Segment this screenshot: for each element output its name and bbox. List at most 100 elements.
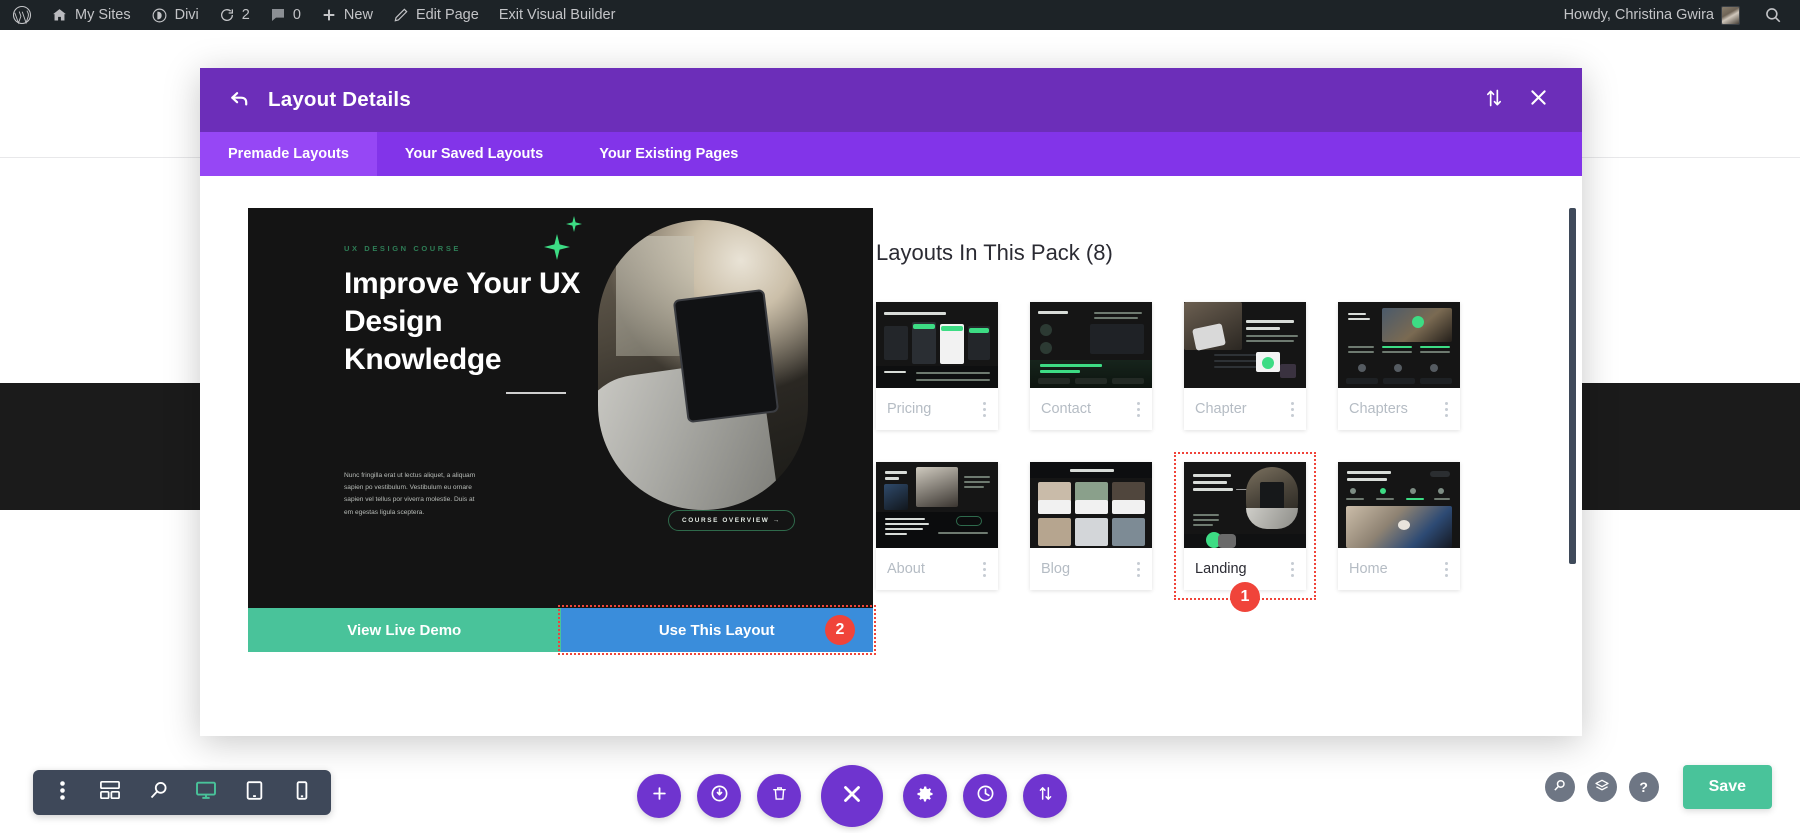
pack-card-chapter[interactable]: Chapter bbox=[1184, 302, 1306, 430]
add-section-icon bbox=[651, 785, 668, 807]
pack-card-about[interactable]: About bbox=[876, 462, 998, 590]
pack-card-footer: Home bbox=[1338, 548, 1460, 590]
three-dots-vertical-icon[interactable] bbox=[1442, 398, 1451, 421]
pack-card-footer: About bbox=[876, 548, 998, 590]
tab-your-saved-layouts[interactable]: Your Saved Layouts bbox=[377, 132, 571, 176]
modal-header: Layout Details bbox=[200, 68, 1582, 132]
phone-view-button[interactable] bbox=[279, 770, 325, 815]
exit-visual-builder-label: Exit Visual Builder bbox=[498, 7, 616, 23]
back-button[interactable] bbox=[222, 83, 256, 117]
close-modal-button[interactable] bbox=[1516, 68, 1560, 132]
close-builder-button[interactable] bbox=[821, 765, 883, 827]
account-menu[interactable]: Howdy, Christina Gwira bbox=[1554, 0, 1750, 30]
use-this-layout-wrapper: Use This Layout 2 bbox=[557, 605, 876, 655]
modal-tabs: Premade Layouts Your Saved Layouts Your … bbox=[200, 132, 1582, 176]
preview-heading: Improve Your UX Design Knowledge bbox=[344, 267, 581, 376]
my-sites-menu[interactable]: My Sites bbox=[41, 0, 141, 30]
pack-card-chapters[interactable]: Chapters bbox=[1338, 302, 1460, 430]
save-button[interactable]: Save bbox=[1682, 765, 1772, 809]
about-thumbnail bbox=[876, 462, 998, 548]
three-dots-vertical-icon[interactable] bbox=[1134, 398, 1143, 421]
tab-your-existing-pages-label: Your Existing Pages bbox=[599, 146, 739, 162]
edit-page-menu[interactable]: Edit Page bbox=[383, 0, 489, 30]
three-dots-vertical-icon[interactable] bbox=[1288, 398, 1297, 421]
add-section-button[interactable] bbox=[637, 774, 681, 818]
layers-button[interactable] bbox=[1586, 772, 1617, 802]
my-sites-icon bbox=[51, 7, 68, 24]
pack-card-label: Landing bbox=[1195, 561, 1247, 577]
preview-text-block: UX DESIGN COURSE Improve Your UX Design … bbox=[344, 244, 582, 395]
layout-preview-image: UX DESIGN COURSE Improve Your UX Design … bbox=[248, 208, 873, 608]
sort-button[interactable] bbox=[1472, 68, 1516, 132]
phone-view-icon bbox=[295, 780, 309, 806]
history-button[interactable] bbox=[963, 774, 1007, 818]
pack-card-label: Home bbox=[1349, 561, 1388, 577]
three-dots-vertical-icon[interactable] bbox=[1442, 558, 1451, 581]
tab-premade-layouts[interactable]: Premade Layouts bbox=[200, 132, 377, 176]
help-icon: ? bbox=[1639, 779, 1648, 795]
home-thumbnail bbox=[1338, 462, 1460, 548]
pricing-thumbnail bbox=[876, 302, 998, 388]
tablet-view-button[interactable] bbox=[231, 770, 277, 815]
wireframe-view-button[interactable] bbox=[87, 770, 133, 815]
blog-thumbnail bbox=[1030, 462, 1152, 548]
comments-count: 0 bbox=[292, 7, 301, 23]
preview-cta-button: COURSE OVERVIEW → bbox=[668, 510, 795, 531]
pack-card-label: About bbox=[887, 561, 925, 577]
exit-visual-builder-button[interactable]: Exit Visual Builder bbox=[489, 0, 626, 30]
plus-icon bbox=[321, 7, 337, 23]
comments-menu[interactable]: 0 bbox=[260, 0, 311, 30]
trash-button[interactable] bbox=[757, 774, 801, 818]
pack-card-landing[interactable]: Landing 1 bbox=[1174, 452, 1316, 612]
tab-your-existing-pages[interactable]: Your Existing Pages bbox=[571, 132, 766, 176]
sparkle-small-icon bbox=[566, 216, 582, 232]
back-arrow-icon bbox=[228, 86, 251, 114]
preview-body-text: Nunc fringilla erat ut lectus aliquet, a… bbox=[344, 472, 476, 516]
three-dots-vertical-icon[interactable] bbox=[980, 398, 989, 421]
preview-rule bbox=[506, 392, 566, 395]
pack-card-pricing[interactable]: Pricing bbox=[876, 302, 998, 430]
portability-button[interactable] bbox=[1023, 774, 1067, 818]
help-button[interactable]: ? bbox=[1628, 772, 1659, 802]
wp-admin-bar: My Sites Divi 2 0 New Edit Page Exit Vis… bbox=[0, 0, 1800, 30]
pack-scrollbar-thumb[interactable] bbox=[1569, 208, 1576, 564]
pack-card-footer: Blog bbox=[1030, 548, 1152, 590]
portability-updown-icon bbox=[1037, 785, 1054, 807]
view-live-demo-button[interactable]: View Live Demo bbox=[248, 608, 561, 652]
desktop-view-button[interactable] bbox=[183, 770, 229, 815]
tab-your-saved-layouts-label: Your Saved Layouts bbox=[404, 146, 544, 162]
wireframe-view-icon bbox=[99, 780, 121, 805]
load-layout-button[interactable] bbox=[697, 774, 741, 818]
howdy-label: Howdy, Christina Gwira bbox=[1563, 7, 1714, 23]
pack-scrollbar[interactable] bbox=[1569, 208, 1576, 564]
updates-menu[interactable]: 2 bbox=[209, 0, 260, 30]
pack-card-blog[interactable]: Blog bbox=[1030, 462, 1152, 590]
zoom-view-button[interactable] bbox=[135, 770, 181, 815]
adminbar-search-button[interactable] bbox=[1750, 0, 1800, 30]
settings-button[interactable] bbox=[903, 774, 947, 818]
divi-icon bbox=[151, 7, 168, 24]
close-icon bbox=[1528, 87, 1549, 113]
wordpress-logo-button[interactable] bbox=[0, 0, 41, 30]
load-layout-icon bbox=[710, 784, 729, 808]
preview-eyebrow: UX DESIGN COURSE bbox=[344, 244, 462, 253]
builder-main-toolbar bbox=[637, 765, 1067, 827]
pack-card-footer: Contact bbox=[1030, 388, 1152, 430]
three-dots-vertical-icon[interactable] bbox=[1134, 558, 1143, 581]
pack-card-contact[interactable]: Contact bbox=[1030, 302, 1152, 430]
preview-action-bar: View Live Demo Use This Layout 2 bbox=[248, 605, 876, 655]
new-content-menu[interactable]: New bbox=[311, 0, 383, 30]
toolbar-more-options-button[interactable] bbox=[39, 770, 85, 815]
three-dots-vertical-icon[interactable] bbox=[980, 558, 989, 581]
divi-menu[interactable]: Divi bbox=[141, 0, 209, 30]
layout-preview-column: UX DESIGN COURSE Improve Your UX Design … bbox=[200, 208, 876, 736]
pencil-icon bbox=[393, 7, 409, 23]
contact-thumbnail bbox=[1030, 302, 1152, 388]
three-dots-vertical-icon[interactable] bbox=[1288, 558, 1297, 581]
avatar bbox=[1721, 5, 1740, 25]
updates-icon bbox=[219, 7, 235, 23]
view-live-demo-label: View Live Demo bbox=[347, 621, 462, 639]
pack-card-home[interactable]: Home bbox=[1338, 462, 1460, 590]
builder-search-button[interactable] bbox=[1544, 772, 1575, 802]
modal-body: UX DESIGN COURSE Improve Your UX Design … bbox=[200, 176, 1582, 736]
